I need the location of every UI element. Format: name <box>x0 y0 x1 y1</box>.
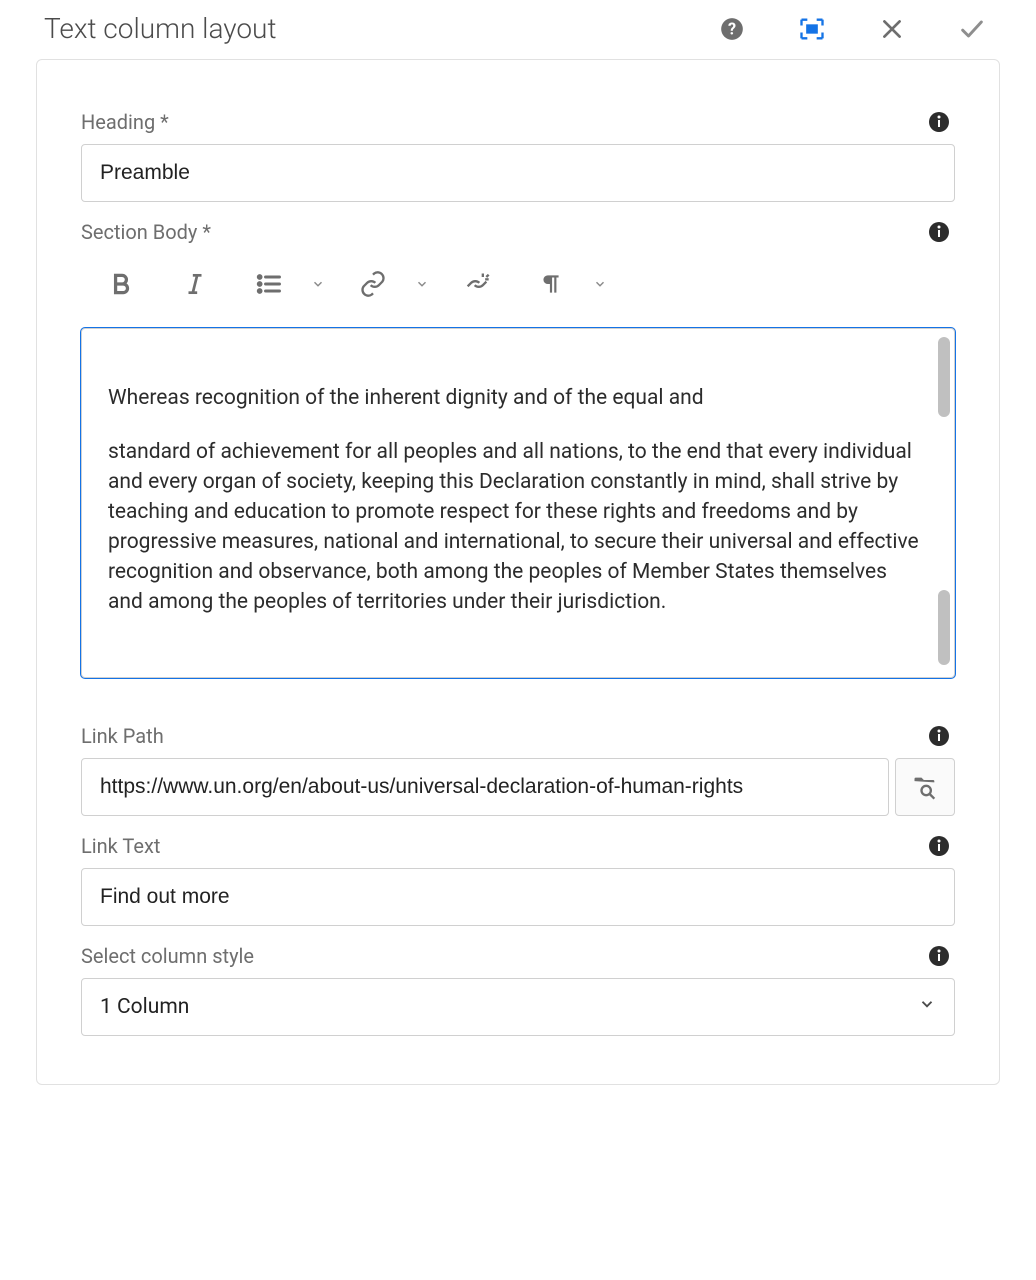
rte-paragraph: standard of achievement for all peoples … <box>108 437 920 617</box>
list-icon[interactable] <box>237 260 301 308</box>
link-text-input[interactable] <box>81 868 955 926</box>
heading-input[interactable] <box>81 144 955 202</box>
confirm-icon[interactable] <box>958 15 986 43</box>
info-icon[interactable] <box>927 110 951 134</box>
fullscreen-icon[interactable] <box>798 15 826 43</box>
chevron-down-icon <box>918 995 936 1019</box>
link-text-label: Link Text <box>81 834 927 858</box>
select-value: 1 Column <box>100 995 189 1019</box>
rte-paragraph: Whereas recognition of the inherent dign… <box>108 383 920 413</box>
chevron-down-icon[interactable] <box>409 260 435 308</box>
column-style-select[interactable]: 1 Column <box>81 978 955 1036</box>
info-icon[interactable] <box>927 944 951 968</box>
link-path-input[interactable] <box>81 758 889 816</box>
scrollbar-thumb[interactable] <box>938 590 950 665</box>
link-path-label: Link Path <box>81 724 927 748</box>
dialog: Text column layout ? Heading * <box>0 0 1036 1085</box>
rte-scrollbar[interactable] <box>938 335 950 671</box>
rich-text-editor[interactable]: Whereas recognition of the inherent dign… <box>81 328 955 678</box>
heading-label: Heading * <box>81 110 927 134</box>
rte-content[interactable]: Whereas recognition of the inherent dign… <box>82 329 934 677</box>
italic-icon[interactable] <box>163 260 227 308</box>
info-icon[interactable] <box>927 724 951 748</box>
paragraph-format-icon[interactable] <box>519 260 583 308</box>
info-icon[interactable] <box>927 220 951 244</box>
section-body-label: Section Body * <box>81 220 927 244</box>
dialog-title: Text column layout <box>44 12 718 45</box>
column-style-label: Select column style <box>81 944 927 968</box>
chevron-down-icon[interactable] <box>305 260 331 308</box>
chevron-down-icon[interactable] <box>587 260 613 308</box>
info-icon[interactable] <box>927 834 951 858</box>
dialog-panel: Heading * Section Body * <box>36 59 1000 1085</box>
column-style-field: Select column style 1 Column <box>81 944 955 1036</box>
bold-icon[interactable] <box>89 260 153 308</box>
dialog-header: Text column layout ? <box>0 0 1036 59</box>
browse-icon[interactable] <box>895 758 955 816</box>
unlink-icon[interactable] <box>445 260 509 308</box>
header-actions: ? <box>718 15 986 43</box>
scrollbar-thumb[interactable] <box>938 337 950 417</box>
close-icon[interactable] <box>878 15 906 43</box>
help-icon[interactable]: ? <box>718 15 746 43</box>
link-icon[interactable] <box>341 260 405 308</box>
section-body-field: Section Body * <box>81 220 955 678</box>
link-text-field: Link Text <box>81 834 955 926</box>
rte-toolbar <box>81 254 955 308</box>
link-path-field: Link Path <box>81 724 955 816</box>
heading-field: Heading * <box>81 110 955 202</box>
svg-text:?: ? <box>728 19 736 38</box>
